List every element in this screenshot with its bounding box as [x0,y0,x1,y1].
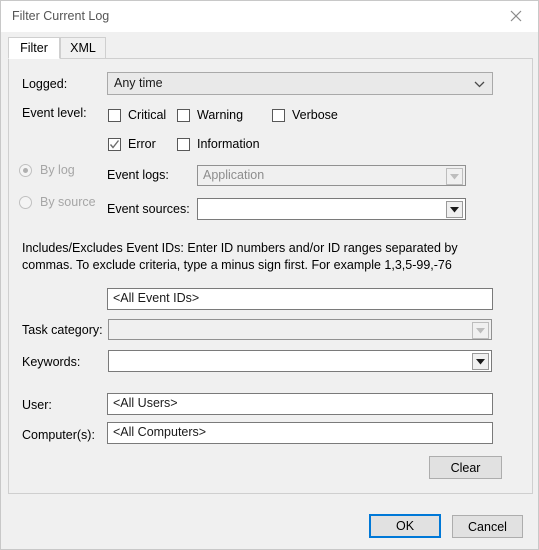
event-logs-combobox[interactable]: Application [197,165,466,186]
ok-button[interactable]: OK [369,514,441,538]
checkbox-information[interactable]: Information [177,137,260,151]
checkbox-error-box [108,137,121,151]
user-label: User: [22,398,52,412]
computers-label: Computer(s): [22,428,95,442]
radio-by-log-label: By log [40,163,75,177]
checkbox-error-label: Error [128,137,156,151]
tab-filter[interactable]: Filter [8,37,60,59]
user-value: <All Users> [113,396,178,410]
dropdown-arrow-icon [472,322,489,339]
checkbox-information-box [177,137,190,151]
event-logs-value: Application [203,168,265,182]
tab-xml-label: XML [70,41,96,55]
clear-button[interactable]: Clear [429,456,502,479]
ok-button-label: OK [395,519,415,533]
keywords-label: Keywords: [22,355,81,369]
checkbox-verbose-label: Verbose [292,108,338,122]
radio-by-log[interactable]: By log [19,163,75,177]
title-bar: Filter Current Log [1,1,538,32]
checkbox-warning-label: Warning [197,108,244,122]
clear-button-label: Clear [450,460,481,475]
window-title: Filter Current Log [12,9,110,23]
computers-value: <All Computers> [113,425,207,439]
logged-combobox[interactable]: Any time [107,72,493,95]
event-level-label: Event level: [22,106,87,120]
logged-value: Any time [114,76,163,90]
dropdown-arrow-icon [446,201,463,218]
keywords-combobox[interactable] [108,350,492,372]
tab-strip: Filter XML [8,37,533,59]
checkbox-verbose[interactable]: Verbose [272,108,338,122]
checkbox-warning-box [177,108,190,122]
radio-by-source-label: By source [40,195,96,209]
user-input[interactable]: <All Users> [107,393,493,415]
filter-current-log-dialog: Filter Current Log Filter XML Logged: An… [0,0,539,550]
event-ids-input[interactable]: <All Event IDs> [107,288,493,310]
event-ids-value: <All Event IDs> [113,291,200,305]
event-sources-label: Event sources: [107,202,190,216]
chevron-down-icon [474,74,485,94]
dropdown-arrow-icon [446,168,463,185]
checkbox-verbose-box [272,108,285,122]
close-icon[interactable] [493,1,538,31]
checkbox-critical-label: Critical [128,108,167,122]
checkbox-warning[interactable]: Warning [177,108,243,122]
event-ids-help-text: Includes/Excludes Event IDs: Enter ID nu… [22,241,458,272]
dropdown-arrow-icon [472,353,489,370]
radio-by-source-circle [19,195,32,209]
tab-filter-label: Filter [20,41,48,55]
cancel-button-label: Cancel [468,519,507,534]
checkbox-critical[interactable]: Critical [108,108,166,122]
event-sources-combobox[interactable] [197,198,466,220]
logged-label: Logged: [22,77,68,91]
radio-by-log-circle [19,163,32,177]
computers-input[interactable]: <All Computers> [107,422,493,444]
event-logs-label: Event logs: [107,168,169,182]
checkbox-information-label: Information [197,137,260,151]
checkbox-error[interactable]: Error [108,137,156,151]
task-category-label: Task category: [22,323,103,337]
radio-by-source[interactable]: By source [19,195,96,209]
cancel-button[interactable]: Cancel [452,515,523,538]
tab-xml[interactable]: XML [60,37,106,59]
checkbox-critical-box [108,108,121,122]
task-category-combobox[interactable] [108,319,492,340]
